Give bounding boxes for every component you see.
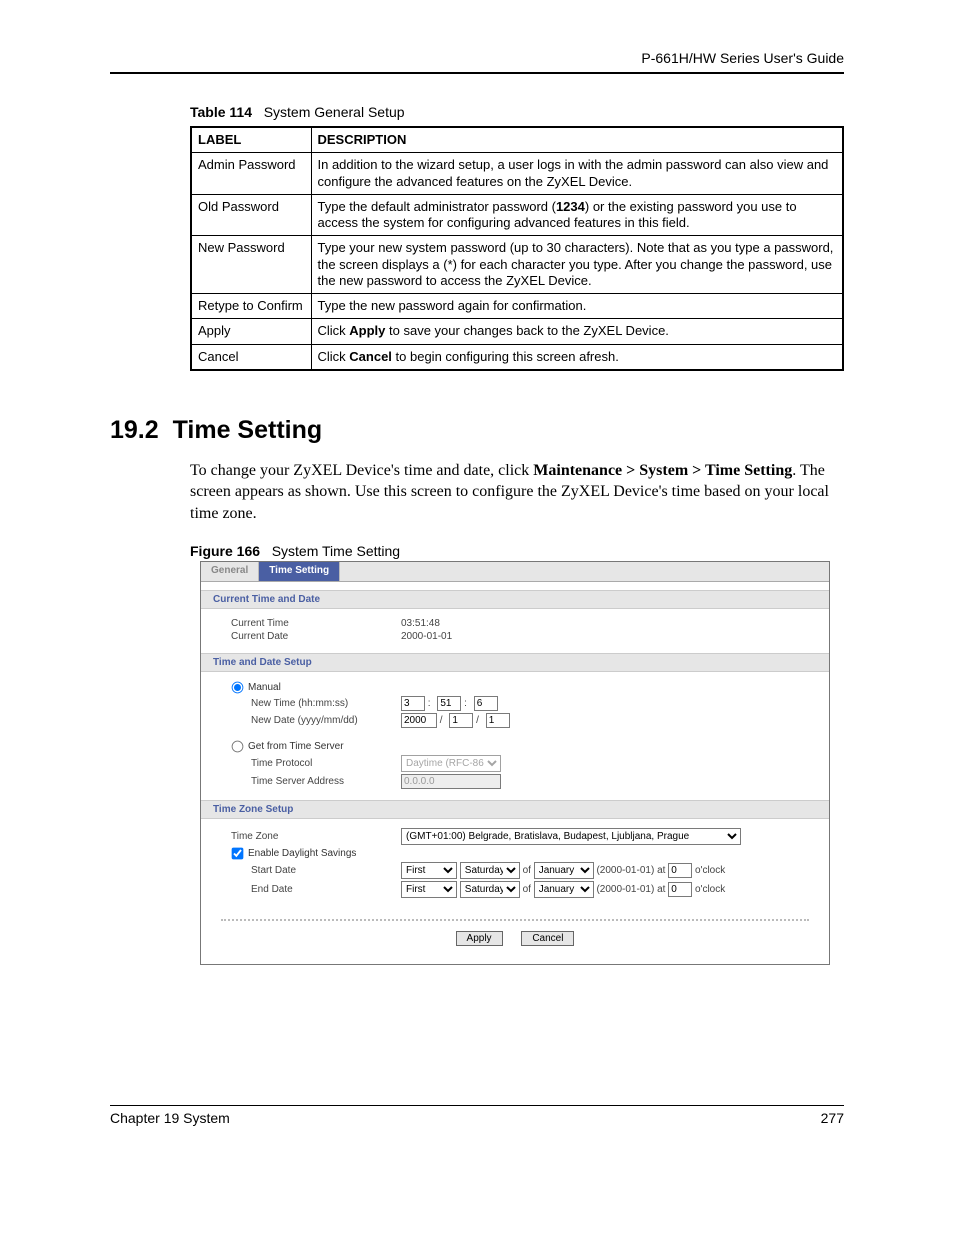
dst-checkbox[interactable] [232, 847, 244, 859]
row-label: Admin Password [191, 153, 311, 195]
current-time-value: 03:51:48 [401, 618, 829, 629]
new-date-dd[interactable] [486, 713, 510, 728]
new-date-label: New Date (yyyy/mm/dd) [201, 715, 401, 726]
page-footer: Chapter 19 System 277 [110, 1105, 844, 1126]
current-date-value: 2000-01-01 [401, 631, 829, 642]
th-label: LABEL [191, 127, 311, 153]
band-setup: Time and Date Setup [201, 653, 829, 672]
section-heading: 19.2 Time Setting [110, 416, 844, 445]
footer-rule [110, 1105, 844, 1106]
new-date-yyyy[interactable] [401, 713, 437, 728]
time-server-input[interactable] [401, 774, 501, 789]
cancel-button[interactable]: Cancel [521, 931, 574, 946]
table-row: Old Password Type the default administra… [191, 194, 843, 236]
start-ordinal[interactable]: First [401, 862, 457, 879]
start-date-resolved: (2000-01-01) [596, 865, 654, 876]
manual-label: Manual [248, 682, 281, 693]
footer-page-number: 277 [821, 1110, 844, 1126]
current-date-label: Current Date [201, 631, 401, 642]
th-description: DESCRIPTION [311, 127, 843, 153]
panel-tz: Time Zone (GMT+01:00) Belgrade, Bratisla… [201, 819, 829, 909]
footer-chapter: Chapter 19 System [110, 1110, 230, 1126]
time-protocol-label: Time Protocol [201, 758, 401, 769]
time-server-label: Time Server Address [201, 776, 401, 787]
new-date-mm[interactable] [449, 713, 473, 728]
figure-caption: Figure 166 System Time Setting [190, 543, 844, 559]
row-desc: Type the default administrator password … [311, 194, 843, 236]
panel-setup: Manual New Time (hh:mm:ss) : : New Date … [201, 672, 829, 800]
tab-bar: General Time Setting [201, 562, 829, 582]
table-row: New Password Type your new system passwo… [191, 236, 843, 294]
tz-label: Time Zone [201, 831, 401, 842]
time-protocol-select[interactable]: Daytime (RFC-867) [401, 755, 501, 772]
guide-title: P-661H/HW Series User's Guide [110, 50, 844, 66]
header-rule [110, 72, 844, 74]
row-desc: Click Cancel to begin configuring this s… [311, 344, 843, 370]
tab-time-setting[interactable]: Time Setting [259, 562, 340, 581]
end-date-label: End Date [201, 884, 401, 895]
start-month[interactable]: January [534, 862, 594, 879]
button-row: Apply Cancel [221, 919, 809, 964]
row-desc: Type the new password again for confirma… [311, 294, 843, 319]
end-weekday[interactable]: Saturday [460, 881, 520, 898]
table-caption: Table 114 System General Setup [190, 104, 844, 120]
radio-manual[interactable] [232, 681, 244, 693]
table-number: Table 114 [190, 104, 252, 120]
table-title: System General Setup [264, 104, 405, 120]
table-row: Cancel Click Cancel to begin configuring… [191, 344, 843, 370]
dst-label: Enable Daylight Savings [248, 848, 356, 859]
new-time-hh[interactable] [401, 696, 425, 711]
row-desc: Click Apply to save your changes back to… [311, 319, 843, 344]
new-time-mm[interactable] [437, 696, 461, 711]
panel-current: Current Time 03:51:48 Current Date 2000-… [201, 609, 829, 653]
tz-select[interactable]: (GMT+01:00) Belgrade, Bratislava, Budape… [401, 828, 741, 845]
band-tz: Time Zone Setup [201, 800, 829, 819]
row-desc: In addition to the wizard setup, a user … [311, 153, 843, 195]
start-weekday[interactable]: Saturday [460, 862, 520, 879]
new-time-ss[interactable] [474, 696, 498, 711]
radio-timeserver[interactable] [232, 740, 244, 752]
end-date-resolved: (2000-01-01) [596, 884, 654, 895]
figure-title: System Time Setting [272, 543, 400, 559]
start-hour[interactable] [668, 863, 692, 878]
new-time-label: New Time (hh:mm:ss) [201, 698, 401, 709]
end-ordinal[interactable]: First [401, 881, 457, 898]
section-body: To change your ZyXEL Device's time and d… [190, 460, 844, 525]
table-row: Apply Click Apply to save your changes b… [191, 319, 843, 344]
row-label: Old Password [191, 194, 311, 236]
section-title: Time Setting [173, 416, 323, 444]
row-label: Retype to Confirm [191, 294, 311, 319]
system-general-setup-table: LABEL DESCRIPTION Admin Password In addi… [190, 126, 844, 371]
current-time-label: Current Time [201, 618, 401, 629]
table-row: Retype to Confirm Type the new password … [191, 294, 843, 319]
row-label: New Password [191, 236, 311, 294]
end-month[interactable]: January [534, 881, 594, 898]
time-setting-screenshot: General Time Setting Current Time and Da… [200, 561, 830, 965]
get-from-server-label: Get from Time Server [248, 741, 344, 752]
row-label: Apply [191, 319, 311, 344]
tab-general[interactable]: General [201, 562, 259, 581]
band-current: Current Time and Date [201, 590, 829, 609]
start-date-label: Start Date [201, 865, 401, 876]
section-number: 19.2 [110, 416, 159, 444]
end-hour[interactable] [668, 882, 692, 897]
figure-number: Figure 166 [190, 543, 260, 559]
row-desc: Type your new system password (up to 30 … [311, 236, 843, 294]
table-row: Admin Password In addition to the wizard… [191, 153, 843, 195]
row-label: Cancel [191, 344, 311, 370]
apply-button[interactable]: Apply [456, 931, 503, 946]
